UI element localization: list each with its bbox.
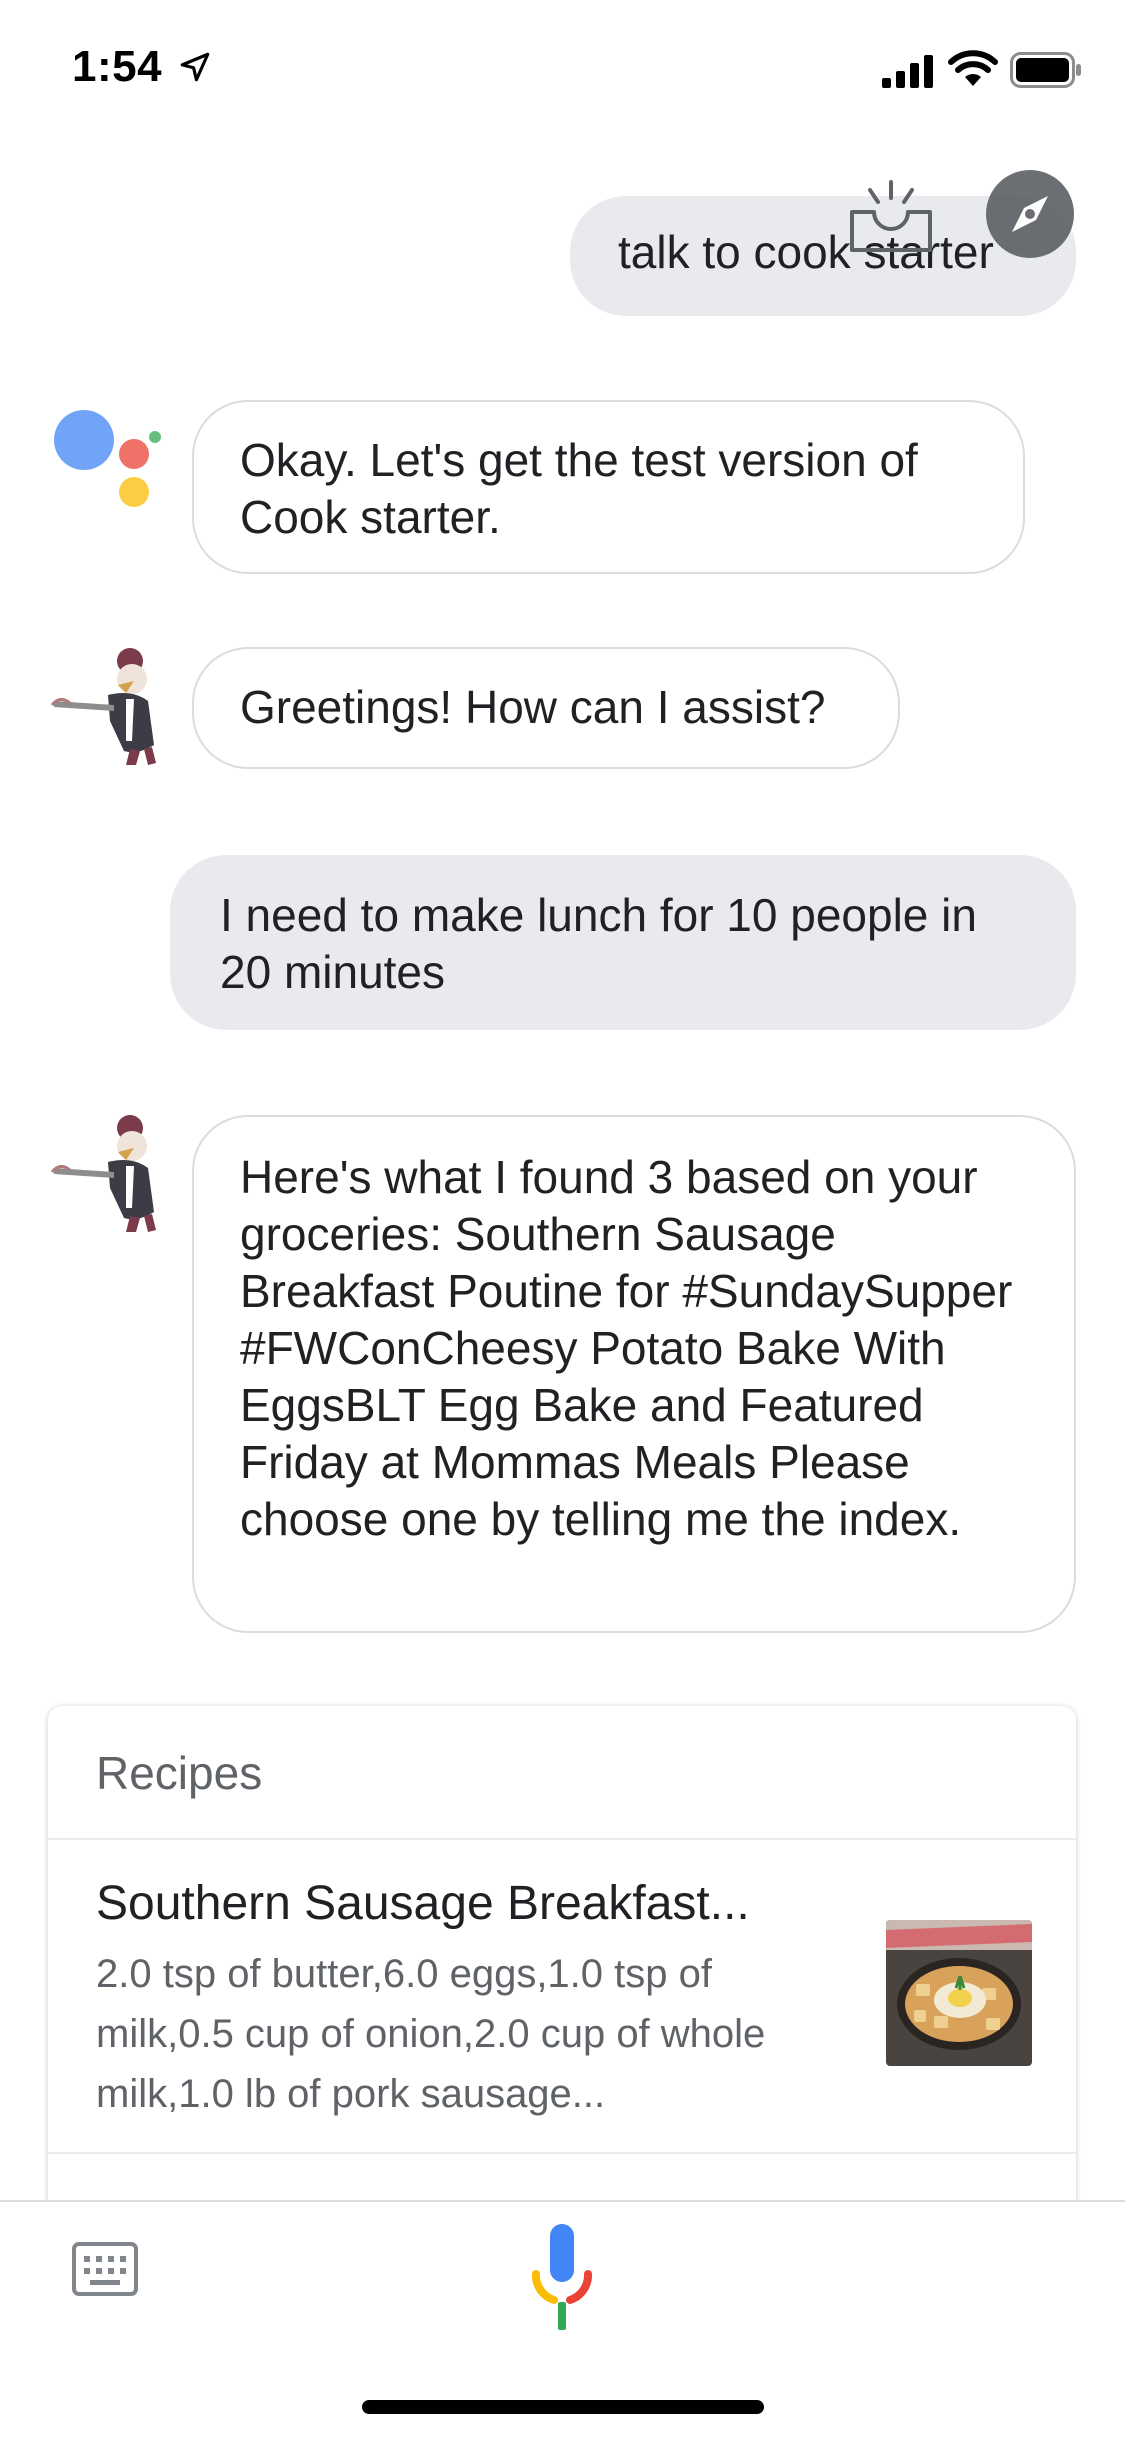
divider [48,2152,1076,2154]
recipe-list-item[interactable]: Southern Sausage Breakfast... 2.0 tsp of… [48,1840,1076,2152]
keyboard-icon[interactable] [72,2242,138,2296]
battery-icon [1010,52,1081,88]
wifi-icon [948,50,998,86]
bot-message: Here's what I found 3 based on your groc… [192,1115,1076,1633]
user-message-text: I need to make lunch for 10 people in 20… [220,889,977,998]
cellular-signal-icon [882,55,933,88]
bot-message-text: Here's what I found 3 based on your groc… [240,1151,1013,1545]
microphone-icon[interactable] [530,2222,594,2334]
bot-message: Greetings! How can I assist? [192,647,900,769]
chef-bot-avatar [50,1115,156,1232]
explore-compass-button[interactable] [986,170,1074,258]
recipe-title: Southern Sausage Breakfast... [96,1877,750,1930]
recipe-ingredients: 2.0 tsp of butter,6.0 eggs,1.0 tsp of mi… [96,1952,766,2116]
bottom-input-bar [0,2200,1125,2438]
recipes-card-header: Recipes [96,1747,263,1799]
home-indicator[interactable] [362,2400,764,2414]
status-time: 1:54 [72,42,163,91]
google-assistant-logo-icon [54,410,161,507]
compass-icon [1012,196,1048,232]
user-message: I need to make lunch for 10 people in 20… [170,855,1076,1030]
recipes-card: Recipes Southern Sausage Breakfast... 2.… [48,1706,1076,2246]
bot-message-text: Greetings! How can I assist? [240,681,826,733]
tray-notification-icon[interactable] [848,180,934,254]
user-message-text: talk to cook starter [618,226,994,278]
recipe-thumbnail-image [886,1920,1032,2066]
chef-bot-avatar [50,648,156,765]
location-arrow-icon [180,52,210,82]
assistant-message-text: Okay. Let's get the test version of Cook… [240,434,918,543]
assistant-message: Okay. Let's get the test version of Cook… [192,400,1025,574]
status-bar: 1:54 [0,0,1125,135]
